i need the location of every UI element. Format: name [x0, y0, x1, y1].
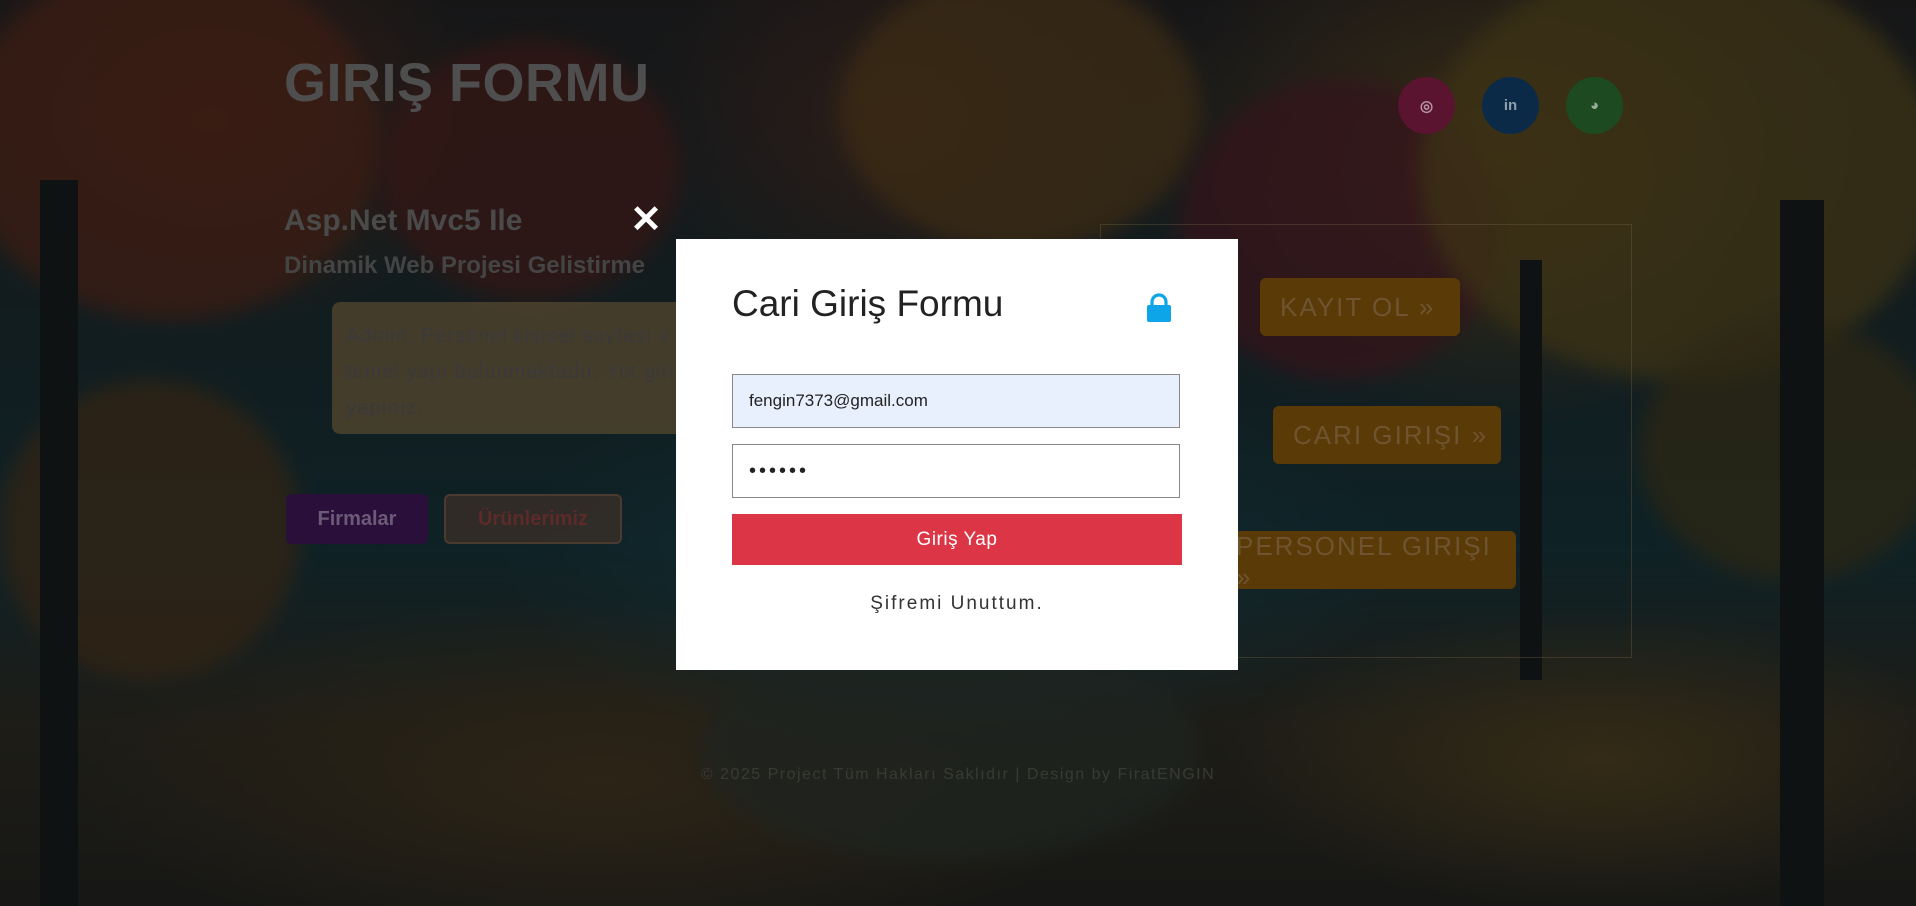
instagram-icon[interactable]: ◎: [1398, 77, 1455, 134]
footer-copyright: © 2025 Project Tüm Hakları Saklıdır | De…: [700, 766, 1216, 783]
subtitle-project: Dinamik Web Projesi Gelistirme: [284, 252, 646, 279]
email-field[interactable]: [732, 374, 1180, 428]
page-title: GIRIŞ FORMU: [284, 53, 650, 113]
social-links: ◎ in ◕: [1398, 77, 1623, 134]
forgot-password-link[interactable]: Şifremi Unuttum.: [676, 593, 1238, 615]
password-field[interactable]: [732, 444, 1180, 498]
linkedin-icon[interactable]: in: [1482, 77, 1539, 134]
info-text: Admin, Personel kişisel sayfası v 3 teme…: [332, 302, 732, 434]
close-icon[interactable]: ✕: [628, 201, 664, 239]
login-modal: Cari Giriş Formu Giriş Yap Şifremi Unutt…: [676, 239, 1238, 670]
cari-login-button[interactable]: CARI GIRIŞI »: [1273, 406, 1501, 464]
register-button[interactable]: KAYIT OL »: [1260, 278, 1460, 336]
lock-icon: [1147, 293, 1171, 322]
login-submit-button[interactable]: Giriş Yap: [732, 514, 1182, 565]
globe-icon[interactable]: ◕: [1566, 77, 1623, 134]
urunler-button[interactable]: Ürünlerimiz: [444, 494, 622, 544]
subtitle-framework: Asp.Net Mvc5 Ile: [284, 204, 523, 237]
firmalar-button[interactable]: Firmalar: [286, 494, 428, 544]
modal-title: Cari Giriş Formu: [732, 283, 1004, 324]
personel-login-button[interactable]: PERSONEL GIRIŞI »: [1216, 531, 1516, 592]
